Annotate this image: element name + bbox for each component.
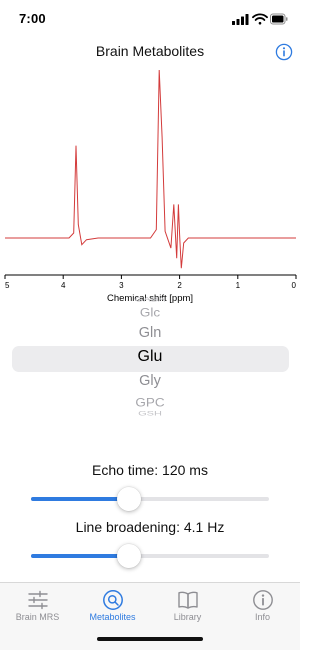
tab-brain-mrs[interactable]: Brain MRS — [0, 583, 75, 633]
home-indicator — [97, 637, 203, 641]
x-tick-label: 0 — [292, 281, 297, 290]
x-tick-label: 5 — [5, 281, 10, 290]
battery-icon — [270, 13, 288, 25]
status-icons — [232, 13, 288, 25]
line-broadening-fill — [31, 554, 129, 558]
x-tick-label: 1 — [236, 281, 241, 290]
search-icon — [103, 590, 123, 610]
line-broadening-thumb[interactable] — [116, 544, 141, 568]
tab-label-metabolites: Metabolites — [89, 612, 136, 622]
echo-time-slider[interactable] — [31, 487, 269, 511]
info-icon — [253, 590, 273, 610]
picker-item[interactable]: GABA — [0, 297, 300, 304]
tab-library[interactable]: Library — [150, 583, 225, 633]
tab-bar: Brain MRS Metabolites Library Info — [0, 582, 300, 650]
echo-time-label: Echo time: 120 ms — [92, 462, 208, 478]
signal-icon — [232, 14, 249, 25]
tab-label-info: Info — [254, 612, 270, 622]
spectrum-series-line — [5, 69, 296, 269]
tab-label-brain-mrs: Brain MRS — [15, 612, 60, 622]
picker-item[interactable]: GPC — [0, 395, 300, 409]
picker-item[interactable]: Glu — [0, 348, 300, 366]
spectrum-chart: 543210 Chemical shift [ppm] — [4, 69, 297, 304]
line-broadening-slider[interactable] — [31, 544, 269, 568]
status-bar: 7:00 — [0, 0, 300, 36]
metabolite-picker[interactable]: GABA Glc Gln Glu Gly GPC GSH — [0, 297, 300, 456]
x-tick-label: 3 — [119, 281, 124, 290]
book-icon — [178, 591, 198, 609]
echo-time-thumb[interactable] — [116, 487, 141, 511]
x-tick-label: 2 — [177, 281, 182, 290]
wifi-icon — [252, 13, 268, 25]
line-broadening-label: Line broadening: 4.1 Hz — [75, 519, 225, 535]
echo-time-fill — [31, 497, 129, 501]
picker-item[interactable]: Gly — [0, 373, 300, 389]
page-title: Brain Metabolites — [95, 43, 205, 59]
x-tick-label: 4 — [61, 281, 66, 290]
tab-metabolites[interactable]: Metabolites — [75, 583, 150, 633]
picker-item[interactable]: Glc — [0, 306, 300, 320]
status-time: 7:00 — [19, 11, 46, 26]
tab-label-library: Library — [173, 612, 202, 622]
tab-info[interactable]: Info — [225, 583, 300, 633]
picker-item[interactable]: Gln — [0, 325, 300, 341]
x-axis-ticks: 5 4 3 2 1 0 — [4, 275, 297, 290]
picker-item[interactable]: GSH — [0, 411, 300, 418]
sliders-icon — [28, 590, 48, 610]
